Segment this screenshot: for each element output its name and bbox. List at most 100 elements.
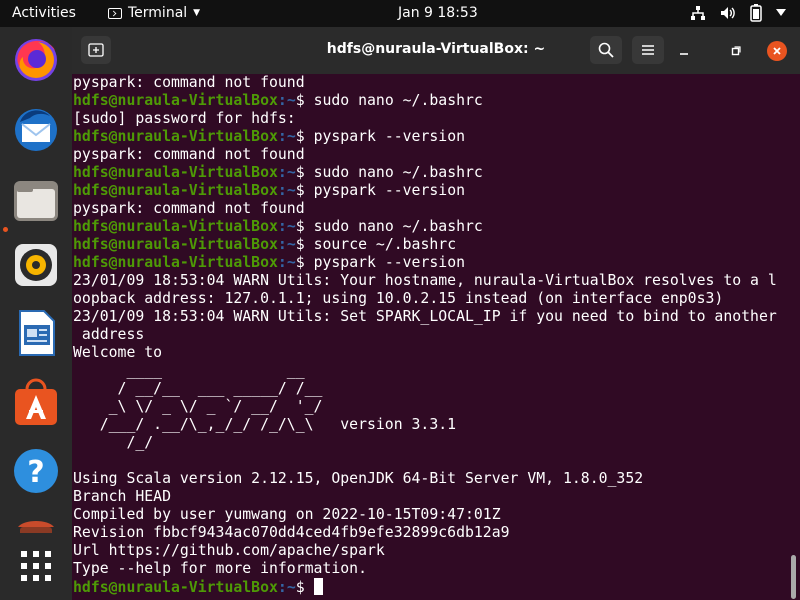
prompt-userhost: hdfs@nuraula-VirtualBox [73, 218, 278, 235]
dock: ? [0, 27, 72, 600]
output-line: [sudo] password for hdfs: [73, 110, 777, 128]
output-text: pyspark: command not found [73, 74, 305, 91]
prompt-path: :~ [277, 579, 296, 596]
activities-button[interactable]: Activities [12, 5, 76, 21]
output-line: Welcome to [73, 344, 777, 362]
terminal-output[interactable]: pyspark: command not found hdfs@nuraula-V… [72, 74, 790, 600]
files-icon[interactable] [10, 175, 62, 227]
app-menu-label: Terminal [128, 5, 188, 21]
output-text: [sudo] password for hdfs: [73, 110, 296, 127]
firefox-icon[interactable] [10, 33, 62, 85]
battery-icon[interactable] [750, 4, 762, 22]
terminal-window: hdfs@nuraula-VirtualBox: ~ pyspark: comm… [72, 27, 800, 600]
prompt-userhost: hdfs@nuraula-VirtualBox [73, 92, 278, 109]
terminal-lines: pyspark: command not found hdfs@nuraula-V… [73, 74, 777, 596]
prompt-userhost: hdfs@nuraula-VirtualBox [73, 236, 278, 253]
command-text: source ~/.bashrc [313, 236, 457, 253]
minimize-button[interactable] [674, 41, 694, 61]
output-line: 23/01/09 18:53:04 WARN Utils: Your hostn… [73, 272, 777, 290]
prompt-path: :~ [277, 128, 296, 145]
prompt-path: :~ [277, 182, 296, 199]
command-line: hdfs@nuraula-VirtualBox:~$ sudo nano ~/.… [73, 218, 777, 236]
prompt-path: :~ [277, 218, 296, 235]
output-text: _\ \/ _ \/ _ `/ __/ '_/ [73, 398, 323, 415]
thunderbird-icon[interactable] [10, 104, 62, 156]
output-text: oopback address: 127.0.1.1; using 10.0.2… [73, 290, 724, 307]
prompt-userhost: hdfs@nuraula-VirtualBox [73, 182, 278, 199]
svg-text:?: ? [27, 455, 44, 490]
app-menu[interactable]: Terminal ▼ [108, 3, 200, 23]
network-icon[interactable] [690, 5, 706, 21]
output-text: pyspark: command not found [73, 146, 305, 163]
hamburger-icon [642, 45, 654, 55]
command-line: hdfs@nuraula-VirtualBox:~$ pyspark --ver… [73, 182, 777, 200]
output-line: pyspark: command not found [73, 146, 777, 164]
command-line: hdfs@nuraula-VirtualBox:~$ [73, 578, 777, 596]
prompt-path: :~ [277, 254, 296, 271]
search-button[interactable] [590, 36, 622, 64]
output-line: 23/01/09 18:53:04 WARN Utils: Set SPARK_… [73, 308, 777, 326]
rhythmbox-icon[interactable] [10, 239, 62, 291]
output-text: pyspark: command not found [73, 200, 305, 217]
command-text: sudo nano ~/.bashrc [313, 218, 483, 235]
output-line: Type --help for more information. [73, 560, 777, 578]
output-line: / __/__ ___ _____/ /__ [73, 380, 777, 398]
menu-button[interactable] [632, 36, 664, 64]
prompt-symbol: $ [295, 218, 314, 235]
output-line: Revision fbbcf9434ac070dd4ced4fb9efe3289… [73, 524, 777, 542]
output-line: Url https://github.com/apache/spark [73, 542, 777, 560]
command-text: sudo nano ~/.bashrc [313, 92, 483, 109]
show-applications-icon[interactable] [10, 542, 62, 594]
output-text: / __/__ ___ _____/ /__ [73, 380, 323, 397]
prompt-userhost: hdfs@nuraula-VirtualBox [73, 579, 278, 596]
output-text: ____ __ [73, 362, 305, 379]
command-line: hdfs@nuraula-VirtualBox:~$ sudo nano ~/.… [73, 92, 777, 110]
output-line: /_/ [73, 434, 777, 452]
prompt-symbol: $ [295, 164, 314, 181]
output-line: Using Scala version 2.12.15, OpenJDK 64-… [73, 470, 777, 488]
trash-icon[interactable] [10, 513, 62, 533]
prompt-path: :~ [277, 92, 296, 109]
minimize-icon [680, 53, 688, 55]
output-text: Url https://github.com/apache/spark [73, 542, 385, 559]
output-text: 23/01/09 18:53:04 WARN Utils: Set SPARK_… [73, 308, 777, 325]
output-text: Branch HEAD [73, 488, 171, 505]
system-tray[interactable] [690, 4, 786, 22]
window-header: hdfs@nuraula-VirtualBox: ~ [72, 27, 800, 74]
close-icon [773, 47, 781, 55]
prompt-userhost: hdfs@nuraula-VirtualBox [73, 128, 278, 145]
prompt-symbol: $ [295, 236, 314, 253]
volume-icon[interactable] [720, 5, 736, 21]
ubuntu-software-icon[interactable] [10, 377, 62, 429]
output-line: oopback address: 127.0.1.1; using 10.0.2… [73, 290, 777, 308]
command-line: hdfs@nuraula-VirtualBox:~$ source ~/.bas… [73, 236, 777, 254]
prompt-symbol: $ [295, 92, 314, 109]
output-text: Using Scala version 2.12.15, OpenJDK 64-… [73, 470, 644, 487]
output-line: Compiled by user yumwang on 2022-10-15T0… [73, 506, 777, 524]
output-text: Welcome to [73, 344, 163, 361]
output-text: Compiled by user yumwang on 2022-10-15T0… [73, 506, 501, 523]
prompt-path: :~ [277, 164, 296, 181]
output-line: ____ __ [73, 362, 777, 380]
chevron-down-icon: ▼ [193, 8, 201, 18]
command-text: pyspark --version [313, 254, 466, 271]
maximize-button[interactable] [726, 41, 746, 61]
prompt-path: :~ [277, 236, 296, 253]
output-text: /___/ .__/\_,_/_/ /_/\_\ version 3.3.1 [73, 416, 457, 433]
prompt-userhost: hdfs@nuraula-VirtualBox [73, 164, 278, 181]
output-line: Branch HEAD [73, 488, 777, 506]
libreoffice-writer-icon[interactable] [10, 307, 62, 359]
command-line: hdfs@nuraula-VirtualBox:~$ pyspark --ver… [73, 254, 777, 272]
output-text: Revision fbbcf9434ac070dd4ced4fb9efe3289… [73, 524, 510, 541]
system-menu-icon[interactable] [776, 9, 786, 17]
help-icon[interactable]: ? [10, 445, 62, 497]
command-line: hdfs@nuraula-VirtualBox:~$ pyspark --ver… [73, 128, 777, 146]
output-line: _\ \/ _ \/ _ `/ __/ '_/ [73, 398, 777, 416]
close-button[interactable] [767, 41, 787, 61]
scrollbar[interactable] [791, 555, 796, 599]
clock[interactable]: Jan 9 18:53 [398, 5, 478, 21]
output-text: Type --help for more information. [73, 560, 367, 577]
text-cursor [313, 578, 323, 595]
command-text: pyspark --version [313, 182, 466, 199]
